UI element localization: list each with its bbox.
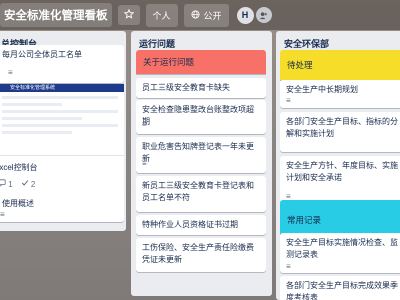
description-icon: ≡ [8,68,13,77]
card-title: 使用概述 [2,199,34,208]
list-card[interactable]: 每月公司全体员工名单 ≡ [0,45,124,83]
list-card[interactable]: 各部门安全生产目标完成效果季度考核表 [280,276,400,300]
cover-card[interactable]: 待处理 [280,50,400,80]
description-icon: ≡ [286,262,291,271]
description-icon: ≡ [0,210,5,219]
board-header: 安全标准化管理看板 个人 公开 H [0,0,400,30]
list-card[interactable]: 使用概述 ≡ [0,194,124,222]
personal-label: 个人 [152,10,171,21]
card-title: 安全检查隐患整改台账整改项超期 [142,105,254,126]
card-title: Excel控制台 [0,163,38,172]
list-card[interactable]: 新员工三级安全教育卡登记表和员工名单不符 [136,176,266,212]
visibility-button[interactable]: 公开 [183,3,229,27]
list-card[interactable]: 安全检查隐患整改台账整改项超期 ≡ [136,100,266,134]
card-title: 职业危害告知牌登记表一年未更新 [142,142,254,163]
list-card[interactable]: 安全生产中长期规划 ≡ [280,80,400,108]
list-card[interactable]: 各部门安全生产目标、指标的分解和实施计划 [280,112,400,152]
comment-badge: 1 [0,179,13,191]
list-card[interactable]: 安全生产方针、年度目标、实施计划和安全承诺 ≡ [280,156,400,204]
card-title: 特种作业人员资格证书过期 [142,220,238,229]
cover-card[interactable]: 关于运行问题 [136,50,266,74]
card-title: 每月公司全体员工名单 [2,50,82,59]
description-icon: ≡ [142,120,147,129]
card-title: 安全生产方针、年度目标、实施计划和安全承诺 [286,161,398,182]
attachment-card[interactable]: 安全标准化管理系统 Excel控制台 1 2 [0,84,124,202]
list-card[interactable]: 工伤保险、安全生产责任险缴费凭证未更新 [136,238,266,272]
checklist-badge: 2 [21,179,36,191]
card-title: 常用记录 [287,215,322,225]
personal-team-button[interactable]: 个人 [145,3,178,27]
card-badges: 1 2 [0,179,35,191]
star-icon [123,8,134,21]
list-card[interactable]: 安全生产目标实施情况检查、监测记录表 ≡ [280,233,400,273]
card-title: 关于运行问题 [143,57,195,67]
card-title: 工伤保险、安全生产责任险缴费凭证未更新 [142,243,254,264]
avatar[interactable]: H [236,6,254,24]
globe-icon [191,9,200,21]
card-title: 各部门安全生产目标完成效果季度考核表 [286,281,398,300]
list-card[interactable]: 职业危害告知牌登记表一年未更新 ≡ [136,137,266,173]
comment-count: 1 [8,180,13,189]
card-title: 安全生产目标实施情况检查、监测记录表 [286,238,398,259]
attachment-title: 安全标准化管理系统 [0,84,124,92]
card-title: 安全生产中长期规划 [286,85,358,94]
card-title: 员工三级安全教育卡缺失 [142,83,230,92]
card-title: 各部门安全生产目标、指标的分解和实施计划 [286,117,398,138]
card-title: 新员工三级安全教育卡登记表和员工名单不符 [142,181,254,202]
list-card[interactable]: 员工三级安全教育卡缺失 [136,78,266,98]
board-title[interactable]: 安全标准化管理看板 [0,3,112,27]
attachment-preview: 安全标准化管理系统 [0,84,124,156]
card-title: 待处理 [287,60,313,70]
invite-member-icon[interactable] [255,7,272,23]
checklist-count: 2 [30,180,36,189]
list-card[interactable]: 特种作业人员资格证书过期 [136,215,266,235]
star-board-button[interactable] [117,5,140,25]
description-icon: ≡ [286,96,291,105]
visibility-label: 公开 [203,10,222,21]
description-icon: ≡ [142,159,147,168]
